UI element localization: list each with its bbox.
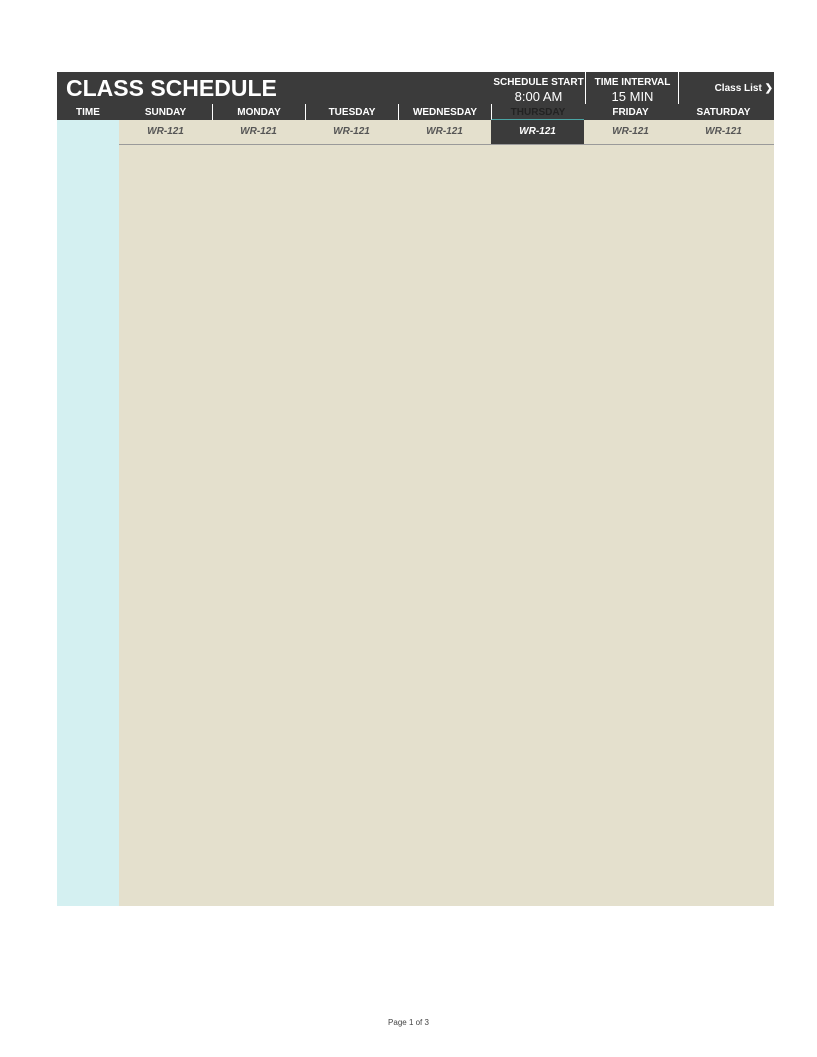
room-friday[interactable]: WR-121 [584,120,677,144]
day-header-monday: MONDAY [212,104,305,120]
chevron-right-icon: ❯ [764,83,773,94]
day-header-wednesday: WEDNESDAY [398,104,491,120]
schedule-grid[interactable]: WR-121 WR-121 WR-121 WR-121 WR-121 WR-12… [119,120,774,906]
time-interval-value[interactable]: 15 MIN [586,89,679,104]
time-header: TIME [76,107,100,118]
class-list-cell: Class List ❯ [678,72,775,104]
room-thursday[interactable]: WR-121 [491,120,584,144]
class-schedule-sheet: CLASS SCHEDULE SCHEDULE START 8:00 AM TI… [57,72,774,906]
time-column[interactable] [57,120,119,906]
page-footer: Page 1 of 3 [388,1018,429,1027]
schedule-start-label: SCHEDULE START [493,77,584,88]
schedule-start-value[interactable]: 8:00 AM [492,89,585,104]
room-tuesday[interactable]: WR-121 [305,120,398,144]
day-headers: TIME SUNDAY MONDAY TUESDAY WEDNESDAY THU… [57,104,774,120]
schedule-body: WR-121 WR-121 WR-121 WR-121 WR-121 WR-12… [57,120,774,906]
day-header-saturday: SATURDAY [696,107,751,118]
schedule-start[interactable]: SCHEDULE START 8:00 AM [492,72,585,104]
class-list-label: Class List [714,83,762,94]
day-header-tuesday: TUESDAY [305,104,398,120]
day-header-sunday: SUNDAY [144,107,187,118]
time-interval-label: TIME INTERVAL [594,77,671,88]
schedule-header: CLASS SCHEDULE SCHEDULE START 8:00 AM TI… [57,72,774,120]
time-interval[interactable]: TIME INTERVAL 15 MIN [585,72,679,104]
class-list-link[interactable]: Class List ❯ [715,83,773,94]
room-monday[interactable]: WR-121 [212,120,305,144]
page-title: CLASS SCHEDULE [66,75,277,101]
day-header-friday: FRIDAY [612,107,649,118]
room-wednesday[interactable]: WR-121 [398,120,491,144]
day-header-thursday: THURSDAY [491,104,584,120]
room-saturday[interactable]: WR-121 [677,120,770,144]
room-row: WR-121 WR-121 WR-121 WR-121 WR-121 WR-12… [119,120,774,145]
room-sunday[interactable]: WR-121 [119,120,212,144]
